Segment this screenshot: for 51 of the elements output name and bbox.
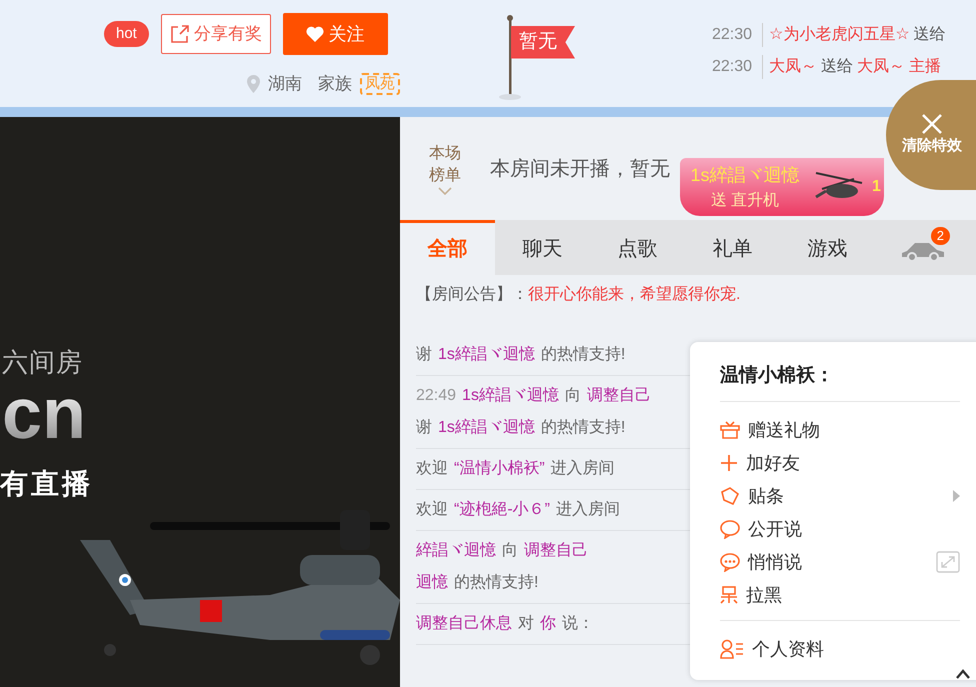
announcement-label: 【房间公告】： [416, 284, 528, 305]
chat-message: 谢 1s綷誯ヾ迴憶 的热情支持! [416, 418, 626, 438]
logo-text: 六间房 [2, 346, 83, 379]
block-user-icon [720, 586, 738, 604]
tab[interactable]: 礼单 [685, 220, 780, 275]
chat-message: 欢迎 “迹枹絕-小６” 进入房间 [416, 500, 621, 520]
gift-sender: 1s綷誯ヾ迴憶 [690, 164, 800, 186]
share-icon [170, 24, 190, 44]
chat-message: 欢迎 “温情小棉袄” 进入房间 [416, 458, 616, 479]
tab[interactable]: 游戏 [780, 220, 875, 275]
chat-message: 谢 1s綷誯ヾ迴憶 的热情支持! [416, 344, 626, 365]
profile-icon [720, 639, 744, 659]
chat-message: 22:49 1s綷誯ヾ迴憶 向 调整自己 [416, 386, 652, 406]
ranking-label[interactable]: 本场 [429, 142, 461, 164]
heart-icon [306, 26, 324, 42]
status-flag: 暂无 [511, 26, 575, 58]
menu-item[interactable]: 赠送礼物 [720, 414, 960, 446]
tab[interactable]: 点歌 [590, 220, 685, 275]
menu-item[interactable]: 贴条 [720, 480, 960, 512]
family-label: 家族 [318, 73, 352, 95]
count-badge: 2 [930, 227, 950, 245]
location-pin-icon [247, 74, 260, 93]
chat-message: 迴憶 的热情支持! [416, 572, 540, 593]
menu-item[interactable]: 悄悄说 [720, 546, 960, 578]
ranking-notice: 本房间未开播，暂无 [490, 156, 670, 182]
gift-feed-entry: 22:30 大凤～ 送给 大凤～ 主播 [712, 55, 950, 79]
gift-action: 送 直升机 [710, 190, 780, 210]
gift-icon [720, 421, 740, 439]
close-icon [921, 112, 943, 135]
plus-icon [720, 454, 738, 472]
gift-feed-entry: 22:30 ☆为小老虎闪五星☆ 送给 [712, 23, 950, 47]
menu-title: 温情小棉袄： [720, 362, 960, 402]
menu-item[interactable]: 公开说 [720, 512, 960, 546]
hot-badge: hot [104, 20, 149, 48]
chat-dots-icon [720, 552, 740, 572]
announcement-text: 很开心你能来，希望愿得你宠. [528, 284, 740, 305]
chat-message: 调整自己休息 对 你 说： [416, 614, 595, 634]
chat-message: 綷誯ヾ迴憶 向 调整自己 [416, 540, 589, 561]
menu-item[interactable]: 拉黑 [720, 578, 960, 612]
chevron-down-icon[interactable] [438, 186, 452, 194]
ranking-label[interactable]: 榜单 [429, 164, 461, 186]
menu-item[interactable]: 加好友 [720, 446, 960, 480]
location-text: 湖南 [268, 73, 302, 95]
expand-icon[interactable] [936, 551, 960, 573]
speech-bubble-icon [720, 520, 740, 538]
tab[interactable]: 聊天 [495, 220, 590, 275]
chevron-up-icon[interactable] [955, 668, 971, 680]
menu-item[interactable]: 个人资料 [720, 632, 960, 666]
gift-count: 1 [872, 177, 881, 197]
tag-icon [720, 487, 740, 505]
submenu-arrow-icon [953, 490, 960, 502]
